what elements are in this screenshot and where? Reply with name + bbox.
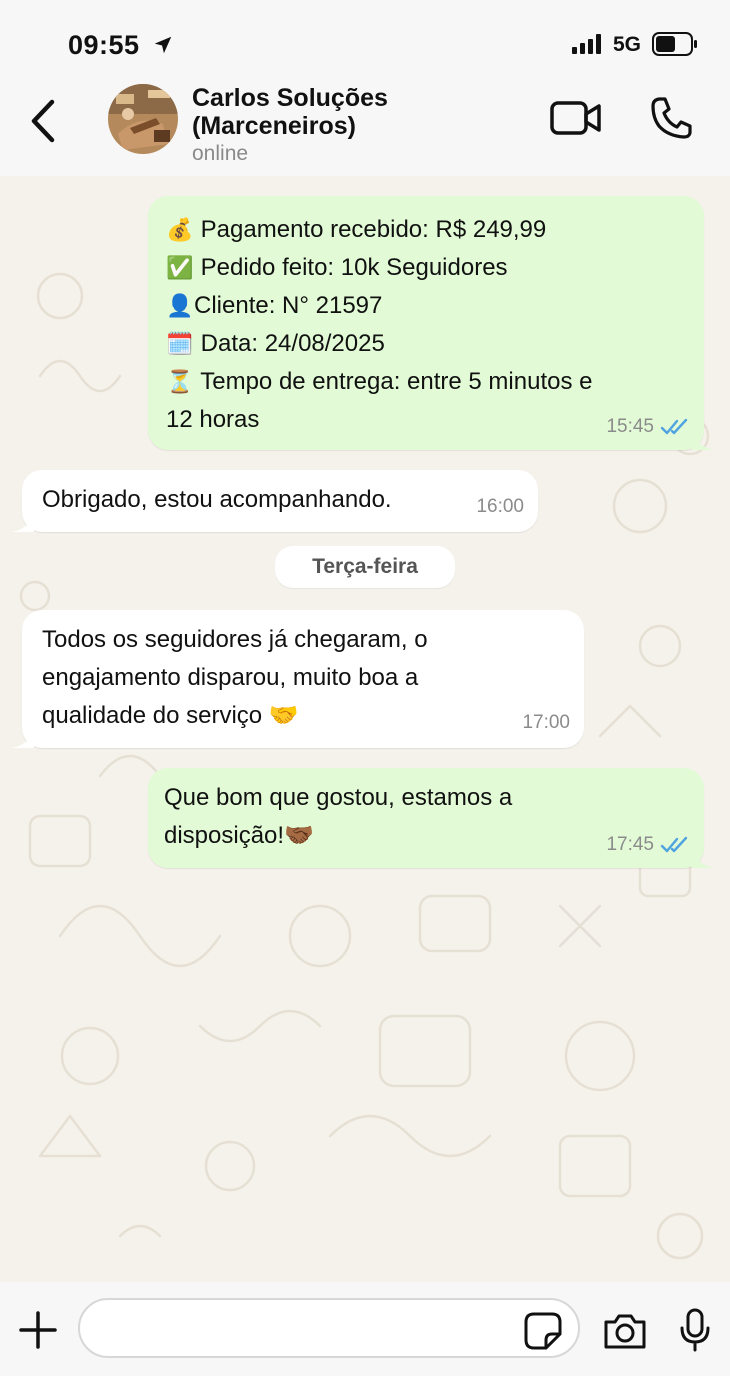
message-line: 12 horas: [166, 401, 592, 439]
message-line: qualidade do serviço 🤝: [42, 702, 299, 729]
line-text: Pedido feito: 10k Seguidores: [200, 254, 508, 281]
line-text: Data: 24/08/2025: [200, 330, 385, 357]
message-line: Todos os seguidores já chegaram, o: [42, 626, 428, 653]
double-check-icon: [660, 836, 688, 853]
message-input-field[interactable]: [78, 1298, 580, 1358]
sticker-icon[interactable]: [524, 1312, 562, 1350]
battery-icon: [652, 32, 697, 56]
bubble-tail: [692, 432, 714, 450]
message-line: Que bom que gostou, estamos a: [164, 784, 513, 811]
chat-area[interactable]: 💰 Pagamento recebido: R$ 249,99 ✅ Pedido…: [0, 176, 730, 1282]
message-line: disposição!🤝🏾: [164, 822, 314, 849]
check-mark-emoji: ✅: [166, 255, 194, 280]
message-text: Obrigado, estou acompanhando.: [42, 481, 392, 519]
camera-icon[interactable]: [602, 1312, 648, 1350]
bubble-tail: [692, 850, 714, 868]
microphone-icon[interactable]: [680, 1308, 710, 1352]
message-time: 15:45: [606, 416, 654, 437]
line-text: 12 horas: [166, 406, 260, 433]
phone-icon[interactable]: [650, 96, 692, 140]
input-bar: [0, 1282, 730, 1376]
message-incoming[interactable]: Todos os seguidores já chegaram, o engaj…: [12, 610, 584, 748]
double-check-icon: [660, 418, 688, 435]
message-line: ⏳ Tempo de entrega: entre 5 minutos e: [166, 363, 592, 401]
message-outgoing[interactable]: 💰 Pagamento recebido: R$ 249,99 ✅ Pedido…: [148, 196, 714, 450]
money-bag-emoji: 💰: [166, 217, 194, 242]
plus-icon[interactable]: [18, 1310, 58, 1350]
message-line: 💰 Pagamento recebido: R$ 249,99: [166, 211, 592, 249]
signal-icon: [572, 34, 601, 54]
message-line: Obrigado, estou acompanhando.: [42, 486, 392, 513]
message-meta: 15:45: [606, 408, 690, 446]
message-text: Todos os seguidores já chegaram, o engaj…: [42, 621, 428, 735]
message-time: 17:00: [522, 712, 570, 733]
avatar[interactable]: [108, 84, 178, 154]
video-camera-icon[interactable]: [550, 100, 602, 136]
message-line: engajamento disparou, muito boa a: [42, 664, 419, 691]
back-chevron-icon[interactable]: [26, 98, 62, 144]
message-line: 👤Cliente: N° 21597: [166, 287, 592, 325]
date-separator: Terça-feira: [275, 546, 455, 588]
line-text: Pagamento recebido: R$ 249,99: [200, 216, 547, 243]
line-text: Tempo de entrega: entre 5 minutos e: [200, 368, 593, 395]
contact-status: online: [192, 142, 249, 165]
status-time: 09:55: [68, 30, 140, 60]
status-bar: 09:55 5G: [0, 0, 730, 82]
avatar-image: [108, 84, 178, 154]
message-meta: 16:00: [476, 488, 524, 526]
message-text: 💰 Pagamento recebido: R$ 249,99 ✅ Pedido…: [166, 211, 592, 439]
message-line: ✅ Pedido feito: 10k Seguidores: [166, 249, 592, 287]
message-time: 17:45: [606, 834, 654, 855]
message-text: Que bom que gostou, estamos a disposição…: [164, 779, 512, 855]
calendar-emoji: 🗓️: [166, 331, 194, 356]
message-outgoing[interactable]: Que bom que gostou, estamos a disposição…: [148, 768, 714, 868]
location-arrow-icon: [154, 36, 172, 54]
message-line: 🗓️ Data: 24/08/2025: [166, 325, 592, 363]
message-input[interactable]: [102, 1300, 526, 1358]
network-label: 5G: [613, 33, 642, 56]
line-text: Cliente: N° 21597: [194, 292, 383, 319]
message-meta: 17:00: [522, 704, 570, 742]
message-time: 16:00: [476, 496, 524, 517]
message-incoming[interactable]: Obrigado, estou acompanhando. 16:00: [12, 470, 538, 532]
bubble-tail: [12, 514, 34, 532]
contact-name[interactable]: Carlos Soluções (Marceneiros): [192, 84, 502, 140]
chat-header: Carlos Soluções (Marceneiros) online: [0, 82, 730, 176]
message-meta: 17:45: [606, 826, 690, 864]
bubble-tail: [12, 730, 34, 748]
bust-silhouette-emoji: 👤: [166, 293, 194, 318]
hourglass-emoji: ⏳: [166, 369, 194, 394]
